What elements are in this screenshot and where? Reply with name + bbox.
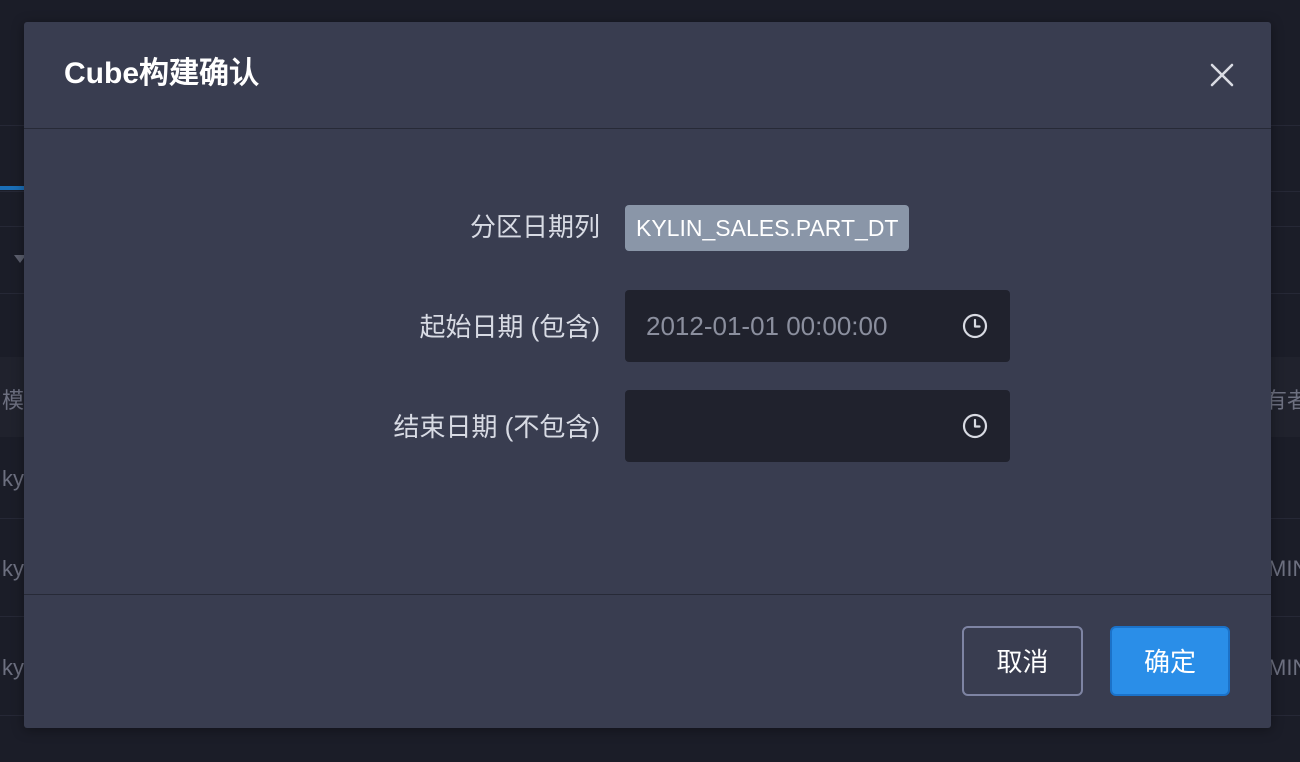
clock-icon (962, 313, 988, 339)
start-date-label: 起始日期 (包含) (419, 312, 600, 342)
cancel-button[interactable]: 取消 (962, 626, 1083, 696)
background-tab-indicator (0, 186, 26, 190)
build-confirm-dialog: Cube构建确认 分区日期列 KYLIN_SALES.PART_DT 起始日期 … (24, 22, 1271, 728)
background-row-cell: ky (2, 466, 24, 491)
background-row-cell: MIN (1268, 655, 1300, 680)
background-table-header-left: 模 (2, 388, 25, 413)
end-date-input[interactable] (625, 390, 1010, 462)
end-date-label: 结束日期 (不包含) (393, 412, 600, 442)
clock-icon (962, 413, 988, 439)
confirm-button[interactable]: 确定 (1110, 626, 1230, 696)
start-date-value: 2012-01-01 00:00:00 (646, 311, 888, 341)
partition-column-label: 分区日期列 (469, 212, 600, 242)
close-icon[interactable] (1209, 62, 1235, 88)
dialog-footer-divider (24, 594, 1271, 595)
background-row-cell: ky (2, 556, 24, 581)
background-row-cell: ky (2, 655, 24, 680)
dialog-title: Cube构建确认 (64, 57, 259, 90)
background-row-cell: MIN (1268, 556, 1300, 581)
partition-column-tag: KYLIN_SALES.PART_DT (625, 205, 910, 251)
dialog-header: Cube构建确认 (24, 22, 1271, 129)
start-date-input[interactable]: 2012-01-01 00:00:00 (625, 290, 1010, 362)
